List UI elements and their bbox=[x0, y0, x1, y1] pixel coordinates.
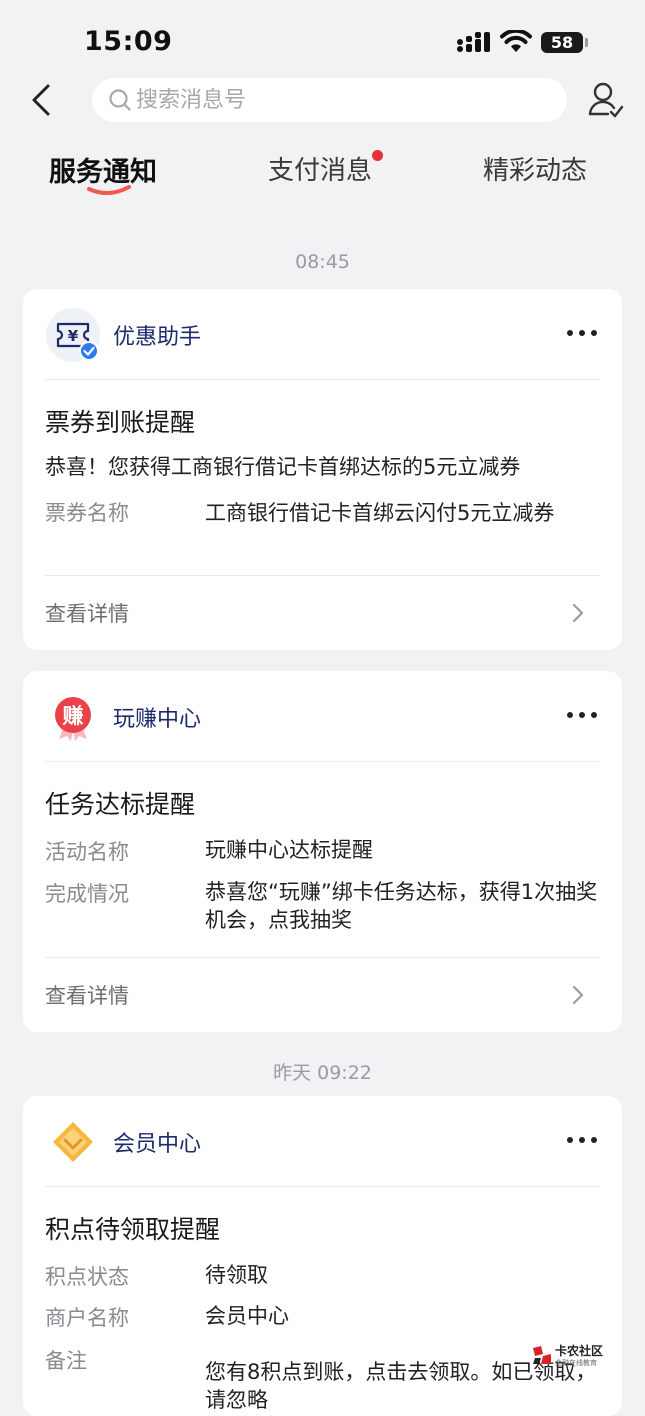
search-input[interactable] bbox=[136, 78, 546, 122]
tab-payment-messages[interactable]: 支付消息 bbox=[268, 150, 372, 187]
back-arrow-icon[interactable] bbox=[24, 80, 60, 120]
user-settings-icon[interactable] bbox=[586, 80, 624, 120]
field-label: 票券名称 bbox=[45, 501, 129, 525]
battery-indicator: 58 bbox=[541, 32, 583, 53]
timestamp: 08:45 bbox=[295, 251, 350, 273]
watermark-logo: 卡农社区 金融在线教育 bbox=[531, 1342, 611, 1372]
field-label: 备注 bbox=[45, 1349, 87, 1373]
tab-featured-updates[interactable]: 精彩动态 bbox=[483, 150, 587, 187]
svg-text:¥: ¥ bbox=[68, 327, 79, 345]
card-title: 票券到账提醒 bbox=[45, 408, 196, 437]
card-message: 恭喜！您获得工商银行借记卡首绑达标的5元立减券 bbox=[45, 455, 521, 479]
notification-card-coupon[interactable]: ¥ 优惠助手 票券到账提醒 恭喜！您获得工商银行借记卡首绑达标的5元立减券 票券… bbox=[23, 289, 622, 650]
view-details-label: 查看详情 bbox=[45, 984, 129, 1008]
search-bar[interactable] bbox=[92, 78, 567, 122]
more-options-icon[interactable] bbox=[565, 1128, 599, 1152]
field-label: 完成情况 bbox=[45, 882, 129, 906]
card-source-name: 优惠助手 bbox=[113, 325, 202, 350]
more-options-icon[interactable] bbox=[565, 321, 599, 345]
watermark-subtext: 金融在线教育 bbox=[555, 1359, 597, 1367]
field-value: 工商银行借记卡首绑云闪付5元立减券 bbox=[205, 501, 555, 525]
card-header: 会员中心 bbox=[23, 1096, 622, 1186]
notification-card-task[interactable]: 赚 玩赚中心 任务达标提醒 活动名称 玩赚中心达标提醒 完成情况 恭喜您“玩赚”… bbox=[23, 671, 622, 1032]
field-label: 活动名称 bbox=[45, 840, 129, 864]
field-label: 商户名称 bbox=[45, 1306, 129, 1330]
wifi-icon bbox=[500, 30, 532, 52]
earn-badge-icon: 赚 bbox=[46, 690, 100, 744]
divider bbox=[45, 1186, 600, 1187]
card-title: 积点待领取提醒 bbox=[45, 1215, 221, 1244]
field-value: 玩赚中心达标提醒 bbox=[205, 838, 373, 862]
coupon-ticket-icon: ¥ bbox=[46, 308, 100, 362]
divider bbox=[45, 761, 600, 762]
card-source-name: 玩赚中心 bbox=[113, 707, 202, 732]
view-details-button[interactable]: 查看详情 bbox=[23, 958, 622, 1032]
tab-bar: 服务通知 支付消息 精彩动态 bbox=[0, 140, 645, 210]
field-value: 恭喜您“玩赚”绑卡任务达标，获得1次抽奖机会，点我抽奖 bbox=[205, 880, 598, 932]
search-icon bbox=[109, 89, 131, 111]
member-diamond-icon bbox=[46, 1115, 100, 1169]
field-label: 积点状态 bbox=[45, 1265, 129, 1289]
status-time: 15:09 bbox=[84, 26, 173, 57]
card-header: ¥ 优惠助手 bbox=[23, 289, 622, 379]
active-tab-indicator bbox=[87, 185, 131, 195]
card-header: 赚 玩赚中心 bbox=[23, 671, 622, 761]
field-value: 会员中心 bbox=[205, 1304, 289, 1328]
field-value: 待领取 bbox=[205, 1263, 268, 1287]
view-details-label: 查看详情 bbox=[45, 602, 129, 626]
view-details-button[interactable]: 查看详情 bbox=[23, 576, 622, 650]
earn-badge-char: 赚 bbox=[63, 704, 84, 728]
unread-dot bbox=[372, 150, 383, 161]
chevron-right-icon bbox=[572, 603, 584, 623]
cellular-signal-icon bbox=[457, 32, 490, 52]
chevron-right-icon bbox=[572, 985, 584, 1005]
watermark-text: 卡农社区 bbox=[555, 1344, 604, 1358]
watermark-icon bbox=[533, 1346, 551, 1364]
divider bbox=[45, 379, 600, 380]
status-bar: 15:09 58 bbox=[0, 0, 645, 80]
card-source-name: 会员中心 bbox=[113, 1132, 202, 1157]
timestamp: 昨天 09:22 bbox=[273, 1062, 372, 1084]
battery-nub bbox=[585, 38, 588, 47]
card-title: 任务达标提醒 bbox=[45, 790, 196, 819]
more-options-icon[interactable] bbox=[565, 703, 599, 727]
